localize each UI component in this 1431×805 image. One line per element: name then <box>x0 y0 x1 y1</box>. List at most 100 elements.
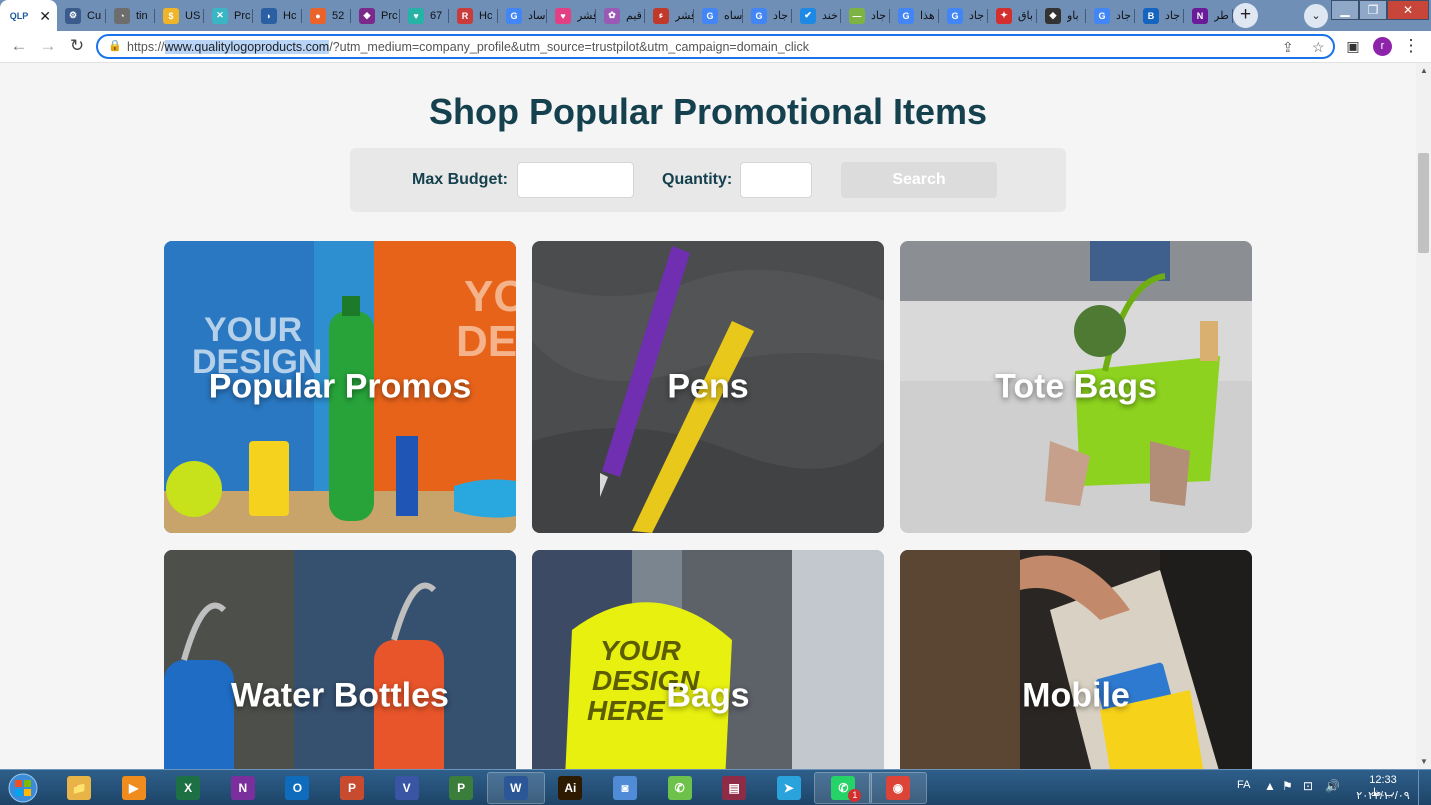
taskbar-app-word[interactable]: W <box>486 772 545 804</box>
show-desktop-button[interactable] <box>1418 770 1431 805</box>
tab-favicon-icon: G <box>947 7 963 24</box>
mobile-image <box>900 550 1252 769</box>
tab-title: باو <box>1067 10 1079 22</box>
search-button[interactable]: Search <box>841 162 997 198</box>
profile-avatar[interactable]: r <box>1373 37 1392 56</box>
address-bar[interactable]: 🔒 https://www.qualitylogoproducts.com/?u… <box>96 34 1335 59</box>
share-icon[interactable]: ⇪ <box>1282 39 1294 56</box>
browser-tab[interactable]: B جاد <box>1135 0 1184 31</box>
category-label: Pens <box>667 367 749 406</box>
browser-tab[interactable]: ✦ باق <box>988 0 1037 31</box>
browser-tab[interactable]: ✕ Prc <box>204 0 253 31</box>
close-window-button[interactable]: ✕ <box>1387 0 1429 20</box>
browser-tab[interactable]: G جاد <box>939 0 988 31</box>
category-tile-bags[interactable]: YOUR DESIGN HERE Bags <box>532 550 884 769</box>
taskbar-app-whatsapp[interactable]: ✆ 1 <box>814 772 873 804</box>
quantity-input[interactable] <box>740 162 812 198</box>
page-scrollbar[interactable]: ▲ ▼ <box>1416 63 1431 769</box>
winrar-icon: ▤ <box>722 776 747 800</box>
tab-title: قشر <box>577 10 596 22</box>
tab-title: ساد <box>528 10 546 22</box>
taskbar-app-control-panel[interactable]: ◙ <box>596 772 654 804</box>
project-icon: P <box>449 776 474 800</box>
taskbar-app-media-player[interactable]: ▶ <box>105 772 163 804</box>
browser-tab[interactable]: ء قشر <box>645 0 694 31</box>
scroll-thumb[interactable] <box>1418 153 1429 253</box>
category-tile-water-bottles[interactable]: Water Bottles <box>164 550 516 769</box>
browser-tab[interactable]: G جاد <box>743 0 792 31</box>
taskbar-app-winrar[interactable]: ▤ <box>705 772 763 804</box>
clock-date[interactable]: ۲۰۲۲/۱۰/۰۹ <box>1352 789 1414 802</box>
water-bottles-image <box>164 550 516 769</box>
taskbar-app-excel[interactable]: X <box>159 772 217 804</box>
tab-title: قیم <box>626 10 642 22</box>
max-budget-input[interactable] <box>517 162 634 198</box>
back-icon[interactable]: ← <box>8 35 30 57</box>
taskbar-app-outlook[interactable]: O <box>268 772 326 804</box>
browser-tab[interactable]: G هذا <box>890 0 939 31</box>
browser-tab[interactable]: ♥ 67 <box>400 0 449 31</box>
scroll-down-arrow-icon[interactable]: ▼ <box>1420 757 1428 766</box>
browser-tab[interactable]: ◆ باو <box>1037 0 1086 31</box>
taskbar-app-file-explorer[interactable]: 📁 <box>50 772 108 804</box>
url-text[interactable]: https://www.qualitylogoproducts.com/?utm… <box>127 40 809 54</box>
taskbar-app-illustrator[interactable]: Ai <box>541 772 599 804</box>
category-label: Water Bottles <box>231 676 449 715</box>
browser-tab[interactable]: G ساه <box>694 0 743 31</box>
bookmark-star-icon[interactable]: ☆ <box>1312 39 1325 56</box>
taskbar-app-onenote[interactable]: N <box>214 772 272 804</box>
new-tab-button[interactable]: + <box>1233 3 1258 28</box>
taskbar-app-visio[interactable]: V <box>378 772 436 804</box>
browser-tab[interactable]: ● 52 <box>302 0 351 31</box>
phone-icon: ✆ <box>667 776 692 800</box>
taskbar-app-phone[interactable]: ✆ <box>651 772 709 804</box>
tab-title: US <box>185 9 201 22</box>
tray-expand-icon[interactable]: ▲ <box>1264 779 1276 793</box>
browser-tab-strip: QLPQLP✕⚙Cu◔tin$US✕Prc◗Hc●52◆Prc♥67RHcGسا… <box>0 0 1431 31</box>
category-tile-popular-promos[interactable]: YOUR DESIGN YO DES Popular Promos <box>164 241 516 533</box>
browser-tab[interactable]: $ US <box>155 0 204 31</box>
category-tile-pens[interactable]: Pens <box>532 241 884 533</box>
browser-tab[interactable]: G ساد <box>498 0 547 31</box>
tab-favicon-icon: ✕ <box>212 7 228 24</box>
browser-tab[interactable]: ✔ خند <box>792 0 841 31</box>
browser-tab[interactable]: ◆ Prc <box>351 0 400 31</box>
browser-tab[interactable]: ⚙ Cu <box>57 0 106 31</box>
maximize-button[interactable]: ❐ <box>1359 0 1387 20</box>
browser-tab[interactable]: — جاد <box>841 0 890 31</box>
action-center-flag-icon[interactable]: ⚑ <box>1282 779 1293 793</box>
forward-icon[interactable]: → <box>37 35 59 57</box>
browser-tab[interactable]: ✿ قیم <box>596 0 645 31</box>
volume-icon[interactable]: 🔊 <box>1325 779 1340 793</box>
category-tile-tote-bags[interactable]: Tote Bags <box>900 241 1252 533</box>
tab-title: باق <box>1018 10 1033 22</box>
bags-image: YOUR DESIGN HERE <box>532 550 884 769</box>
category-tile-mobile[interactable]: Mobile <box>900 550 1252 769</box>
browser-tab[interactable]: QLPQLP✕ <box>0 0 57 31</box>
network-icon[interactable]: ⊡ <box>1303 779 1313 793</box>
taskbar-app-project[interactable]: P <box>432 772 490 804</box>
taskbar-app-chrome[interactable]: ◉ <box>869 772 927 804</box>
reload-icon[interactable]: ↻ <box>66 35 88 57</box>
minimize-button[interactable]: ▁ <box>1331 0 1359 20</box>
taskbar-app-powerpoint[interactable]: P <box>323 772 381 804</box>
scroll-up-arrow-icon[interactable]: ▲ <box>1420 66 1428 75</box>
tab-favicon-icon: B <box>1143 7 1159 24</box>
taskbar-app-telegram[interactable]: ➤ <box>760 772 818 804</box>
side-panel-icon[interactable]: ▣ <box>1342 35 1364 57</box>
browser-tab[interactable]: N طر <box>1184 0 1233 31</box>
menu-kebab-icon[interactable]: ⋮ <box>1400 35 1422 57</box>
browser-tab[interactable]: ◗ Hc <box>253 0 302 31</box>
windows-start-icon[interactable] <box>3 772 43 804</box>
browser-tab[interactable]: G جاد <box>1086 0 1135 31</box>
close-tab-icon[interactable]: ✕ <box>39 8 51 25</box>
category-label: Popular Promos <box>208 367 472 406</box>
tab-favicon-icon: ✿ <box>604 7 620 24</box>
tab-title: Prc <box>381 9 398 22</box>
tab-title: ساه <box>724 10 743 22</box>
keyboard-language[interactable]: FA <box>1237 779 1250 791</box>
browser-tab[interactable]: R Hc <box>449 0 498 31</box>
tab-search-button[interactable]: ⌄ <box>1304 4 1328 28</box>
browser-tab[interactable]: ♥ قشر <box>547 0 596 31</box>
browser-tab[interactable]: ◔ tin <box>106 0 155 31</box>
